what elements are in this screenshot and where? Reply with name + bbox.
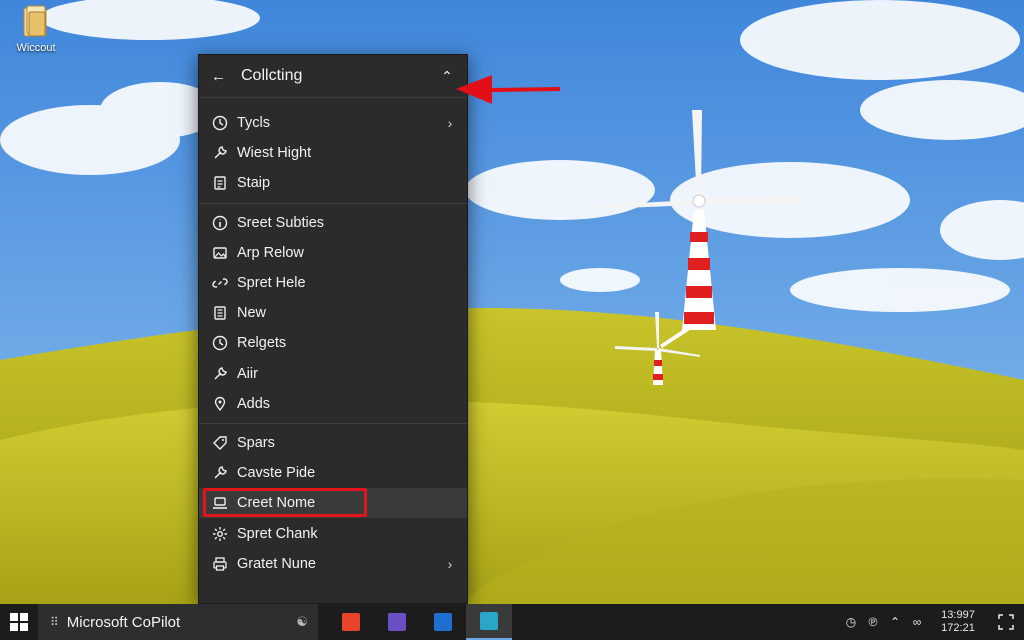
volume-icon[interactable]: ∞: [906, 615, 928, 629]
menu-item-label: Wiest Hight: [237, 145, 312, 162]
start-button[interactable]: [0, 604, 38, 640]
notes-icon: [211, 304, 229, 322]
chevron-up-icon[interactable]: ⌃: [884, 615, 906, 629]
highlight-frame: [203, 488, 367, 518]
store-app-icon: [342, 613, 360, 631]
azure-app-icon: [434, 613, 452, 631]
image-icon: [211, 244, 229, 262]
clock-tray-icon[interactable]: ◷: [840, 615, 862, 629]
pinned-app-icon: [480, 612, 498, 630]
fullscreen-icon[interactable]: [988, 604, 1024, 640]
wrench-icon: [211, 365, 229, 383]
info-circle-icon: [211, 214, 229, 232]
menu-item-label: Sreet Subties: [237, 214, 325, 231]
menu-item-creet-nome[interactable]: Creet Nome: [199, 488, 467, 519]
taskbar-pinned-app[interactable]: [466, 604, 512, 640]
desktop-icon-label: Wiccout: [16, 42, 56, 54]
menu-item-label: Adds: [237, 395, 271, 412]
menu-item-label: Relgets: [237, 335, 287, 352]
menu-item-spret-hele[interactable]: Spret Hele: [199, 268, 467, 298]
windows-logo-icon: [10, 613, 28, 631]
menu-group: Sreet Subties Arp Relow Spret Hele New Relge…: [199, 204, 467, 424]
menu-item-relgets[interactable]: Relgets: [199, 328, 467, 358]
menu-item-spret-chank[interactable]: Spret Chank: [199, 518, 467, 548]
taskbar-search[interactable]: ⠿ Microsoft CoPilot ☯: [38, 604, 318, 640]
menu-title: Collcting: [241, 67, 303, 84]
menu-item-adds[interactable]: Adds: [199, 389, 467, 419]
wrench-icon: [211, 144, 229, 162]
menu-item-new[interactable]: New: [199, 298, 467, 328]
chevron-right-icon: ›: [447, 115, 453, 132]
location-icon: [211, 395, 229, 413]
menu-item-label: Spars: [237, 434, 275, 451]
search-text: Microsoft CoPilot: [66, 613, 181, 631]
taskbar-teams-app[interactable]: [374, 604, 420, 640]
desktop-folder-shortcut[interactable]: Wiccout: [8, 4, 64, 54]
menu-item-label: Cavste Pide: [237, 465, 316, 482]
system-tray: ◷ ℗ ⌃ ∞ 13:997 172:21: [840, 604, 1024, 640]
taskbar-azure-app[interactable]: [420, 604, 466, 640]
clock-time: 13:997: [941, 609, 975, 621]
menu-item-label: Staip: [237, 175, 271, 192]
menu-item-label: New: [237, 305, 267, 322]
menu-item-tycls[interactable]: Tycls ›: [199, 108, 467, 138]
menu-header: ← Collcting ⌃: [199, 55, 467, 98]
clock-icon: [211, 114, 229, 132]
link-icon: [211, 274, 229, 292]
menu-group: Tycls › Wiest Hight Staip: [199, 98, 467, 204]
menu-item-label: Spret Chank: [237, 525, 318, 542]
taskbar-clock[interactable]: 13:997 172:21: [928, 609, 988, 635]
search-grip-icon: ⠿: [50, 615, 59, 629]
menu-item-arp-relow[interactable]: Arp Relow: [199, 238, 467, 268]
printer-icon: [211, 555, 229, 573]
menu-item-wiest-hight[interactable]: Wiest Hight: [199, 138, 467, 168]
document-icon: [211, 174, 229, 192]
menu-item-sreet-subties[interactable]: Sreet Subties: [199, 208, 467, 238]
back-arrow-icon[interactable]: ←: [211, 68, 231, 85]
menu-item-label: Arp Relow: [237, 244, 304, 261]
menu-item-label: Tycls: [237, 115, 271, 132]
menu-item-gratet-nune[interactable]: Gratet Nune ›: [199, 549, 467, 579]
tag-icon: [211, 434, 229, 452]
microphone-icon[interactable]: ☯: [296, 614, 308, 630]
context-menu: ← Collcting ⌃ Tycls › Wiest Hight Staip Sree…: [198, 54, 468, 604]
teams-app-icon: [388, 613, 406, 631]
menu-item-aiir[interactable]: Aiir: [199, 359, 467, 389]
annotation-arrow: [452, 70, 562, 115]
taskbar-store-app[interactable]: [328, 604, 374, 640]
folder-icon: [21, 4, 51, 40]
menu-item-staip[interactable]: Staip: [199, 168, 467, 198]
menu-item-label: Spret Hele: [237, 275, 306, 292]
menu-item-label: Aiir: [237, 365, 258, 382]
gear-icon: [211, 525, 229, 543]
network-icon[interactable]: ℗: [862, 615, 884, 629]
clock-icon: [211, 334, 229, 352]
chevron-right-icon: ›: [447, 555, 453, 572]
clock-date: 172:21: [941, 622, 975, 634]
menu-item-cavste-pide[interactable]: Cavste Pide: [199, 458, 467, 488]
menu-item-spars[interactable]: Spars: [199, 428, 467, 458]
menu-group: Spars Cavste Pide Creet Nome Spret Chank Gra…: [199, 424, 467, 583]
taskbar: ⠿ Microsoft CoPilot ☯ ◷ ℗ ⌃ ∞ 13:997 172…: [0, 604, 1024, 640]
menu-item-label: Gratet Nune: [237, 555, 316, 572]
wrench-icon: [211, 464, 229, 482]
